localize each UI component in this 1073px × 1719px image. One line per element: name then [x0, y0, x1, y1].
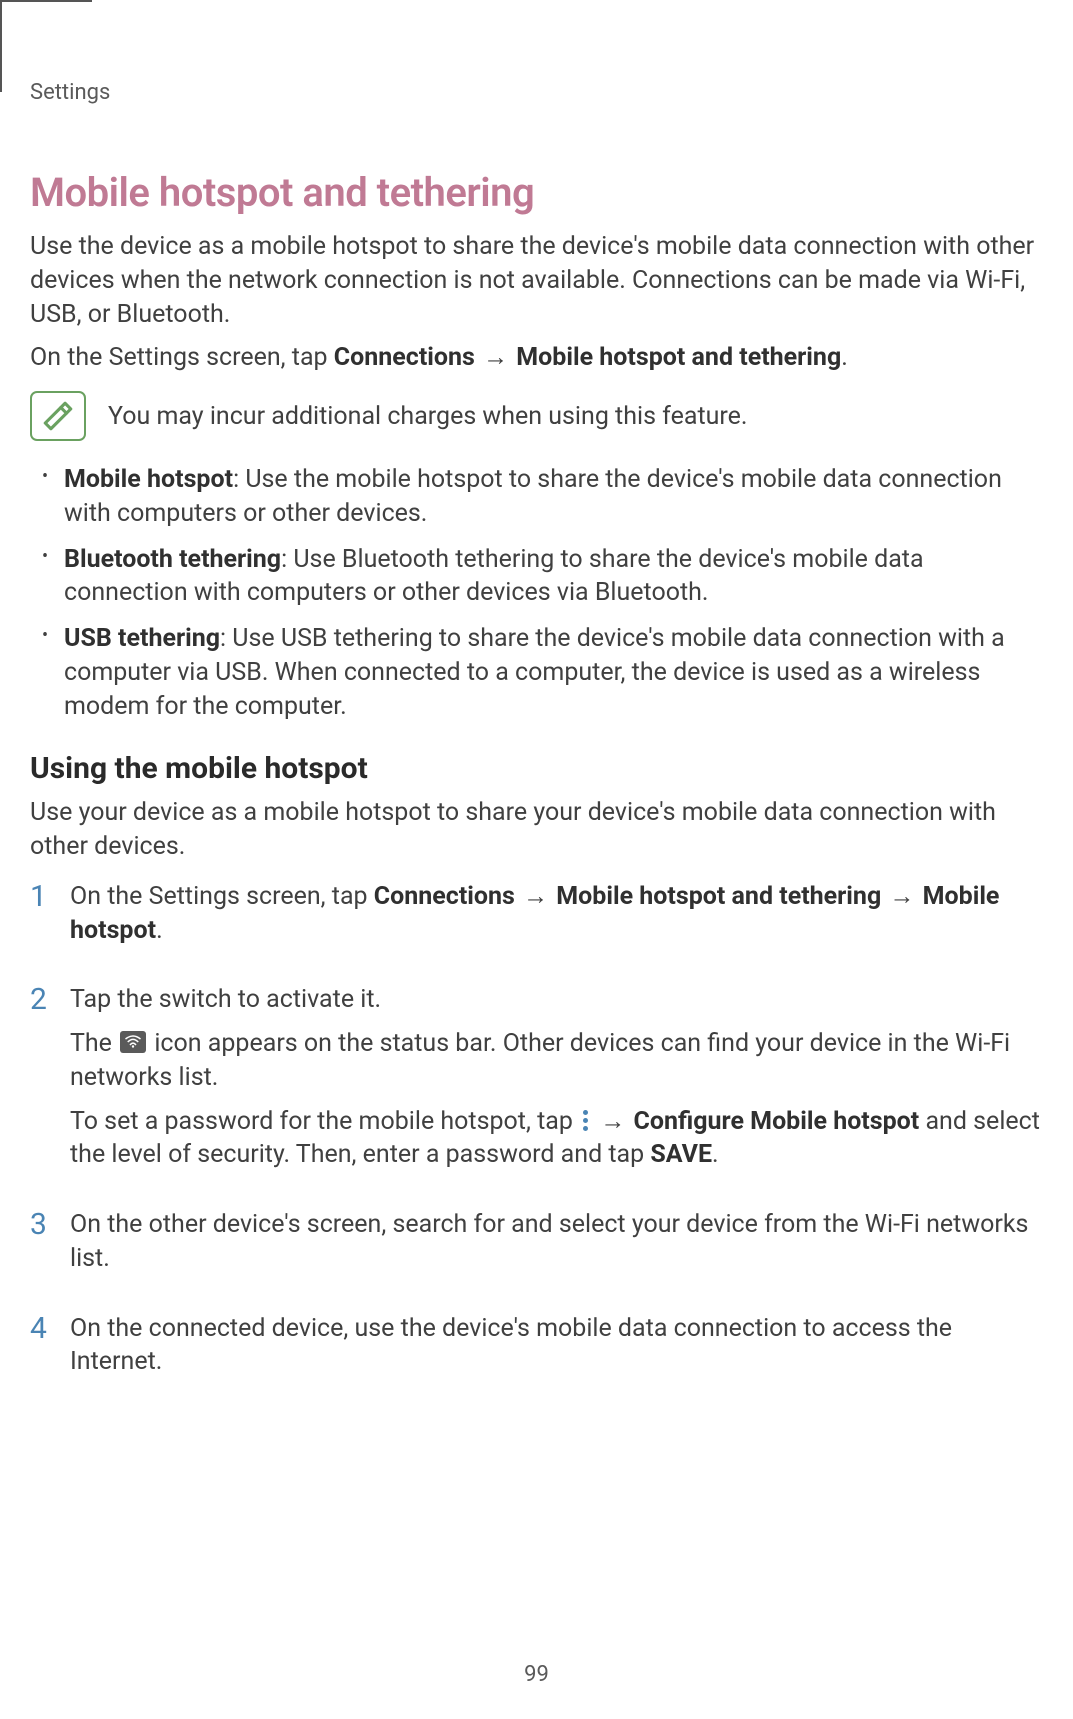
breadcrumb: Settings — [30, 80, 1043, 105]
more-options-icon — [583, 1110, 588, 1131]
list-item: Mobile hotspot: Use the mobile hotspot t… — [64, 463, 1043, 531]
nav-prefix: On the Settings screen, tap — [30, 343, 334, 372]
configure-hotspot-label: Configure Mobile hotspot — [634, 1107, 920, 1136]
step-body: On the Settings screen, tap Connections … — [70, 880, 1043, 958]
period: . — [712, 1140, 719, 1169]
nav-path-line: On the Settings screen, tap Connections … — [30, 341, 1043, 375]
feature-label: Mobile hotspot — [64, 465, 233, 494]
step-body: Tap the switch to activate it. The icon … — [70, 983, 1043, 1182]
subheading: Using the mobile hotspot — [30, 751, 1043, 786]
note-icon — [30, 391, 86, 441]
step-prefix: On the Settings screen, tap — [70, 882, 374, 911]
arrow-icon: → — [889, 882, 914, 911]
step-2: 2 Tap the switch to activate it. The ico… — [30, 983, 1043, 1182]
feature-list: Mobile hotspot: Use the mobile hotspot t… — [30, 463, 1043, 723]
text-fragment: icon appears on the status bar. Other de… — [70, 1029, 1010, 1092]
nav-hotspot-tethering: Mobile hotspot and tethering — [516, 343, 841, 372]
step-body: On the connected device, use the device'… — [70, 1312, 1043, 1390]
step-nav-tethering: Mobile hotspot and tethering — [556, 882, 881, 911]
step-3: 3 On the other device's screen, search f… — [30, 1208, 1043, 1286]
step-nav-connections: Connections — [374, 882, 515, 911]
list-item: USB tethering: Use USB tethering to shar… — [64, 622, 1043, 723]
text-fragment: The — [70, 1029, 118, 1058]
feature-label: Bluetooth tethering — [64, 545, 281, 574]
feature-label: USB tethering — [64, 624, 220, 653]
step-line-2: The icon appears on the status bar. Othe… — [70, 1027, 1043, 1095]
period: . — [841, 343, 848, 372]
step-line-1: Tap the switch to activate it. — [70, 983, 1043, 1017]
step-body: On the other device's screen, search for… — [70, 1208, 1043, 1286]
intro-paragraph: Use the device as a mobile hotspot to sh… — [30, 230, 1043, 331]
steps-list: 1 On the Settings screen, tap Connection… — [30, 880, 1043, 1389]
step-line-3: To set a password for the mobile hotspot… — [70, 1105, 1043, 1173]
nav-connections: Connections — [334, 343, 475, 372]
period: . — [156, 916, 163, 945]
text-fragment: To set a password for the mobile hotspot… — [70, 1107, 579, 1136]
page-title: Mobile hotspot and tethering — [30, 169, 1043, 216]
list-item: Bluetooth tethering: Use Bluetooth tethe… — [64, 543, 1043, 611]
arrow-icon: → — [483, 343, 508, 372]
step-1: 1 On the Settings screen, tap Connection… — [30, 880, 1043, 958]
hotspot-statusbar-icon — [120, 1031, 146, 1053]
step-text: On the connected device, use the device'… — [70, 1312, 1043, 1380]
arrow-icon: → — [600, 1107, 625, 1136]
step-text: On the other device's screen, search for… — [70, 1208, 1043, 1276]
step-4: 4 On the connected device, use the devic… — [30, 1312, 1043, 1390]
step-number: 3 — [30, 1208, 54, 1286]
save-label: SAVE — [650, 1140, 712, 1169]
step-number: 2 — [30, 983, 54, 1182]
note-callout: You may incur additional charges when us… — [30, 391, 1043, 441]
note-text: You may incur additional charges when us… — [108, 402, 748, 431]
corner-border-decoration — [0, 0, 92, 92]
step-number: 4 — [30, 1312, 54, 1390]
page-number: 99 — [0, 1662, 1073, 1687]
subintro-paragraph: Use your device as a mobile hotspot to s… — [30, 796, 1043, 864]
arrow-icon: → — [523, 882, 548, 911]
step-number: 1 — [30, 880, 54, 958]
